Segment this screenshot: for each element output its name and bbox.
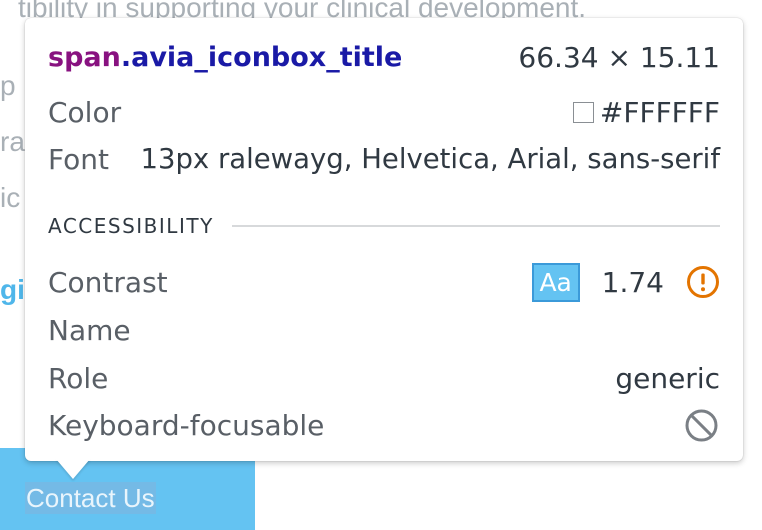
not-allowed-icon [685,409,718,441]
warning-circle-icon [687,266,719,298]
inspect-tooltip: span.avia_iconbox_title 66.34 × 15.11 Co… [25,18,743,461]
role-value: generic [615,361,720,395]
background-text-fragment: ic [0,182,21,213]
accessibility-heading: ACCESSIBILITY [48,214,214,238]
contrast-sample-badge: Aa [531,262,580,302]
tooltip-arrow [56,459,90,479]
element-info-row: span.avia_iconbox_title 66.34 × 15.11 [48,39,720,75]
color-label: Color [48,95,122,129]
role-row: Role generic [48,360,720,396]
name-label: Name [48,313,131,347]
color-swatch [572,101,594,123]
contrast-row: Contrast Aa 1.74 [48,262,720,302]
font-value: 13px ralewayg, Helvetica, Arial, sans-se… [140,143,720,175]
contrast-value-group: Aa 1.74 [531,262,720,302]
contrast-ratio: 1.74 [601,265,664,299]
element-selector: span.avia_iconbox_title [48,42,402,73]
background-link-fragment[interactable]: gi [0,276,25,304]
element-dimensions: 66.34 × 15.11 [518,40,720,74]
font-label: Font [48,142,109,176]
keyboard-focusable-row: Keyboard-focusable [48,407,720,443]
accessibility-section-header: ACCESSIBILITY [48,214,720,238]
contact-us-label[interactable]: Contact Us [25,482,156,514]
color-row: Color #FFFFFF [48,94,720,130]
contrast-label: Contrast [48,265,168,299]
section-divider [231,225,720,227]
role-label: Role [48,361,109,395]
keyboard-focusable-label: Keyboard-focusable [48,408,325,442]
element-class-name: .avia_iconbox_title [120,41,403,73]
background-text-fragment: ra [0,126,25,157]
font-row: Font 13px ralewayg, Helvetica, Arial, sa… [48,141,720,177]
element-tag-name: span [48,41,121,73]
name-row: Name [48,312,720,348]
background-text-fragment: p [0,70,16,101]
color-value-group: #FFFFFF [572,95,720,129]
color-value: #FFFFFF [599,95,720,129]
